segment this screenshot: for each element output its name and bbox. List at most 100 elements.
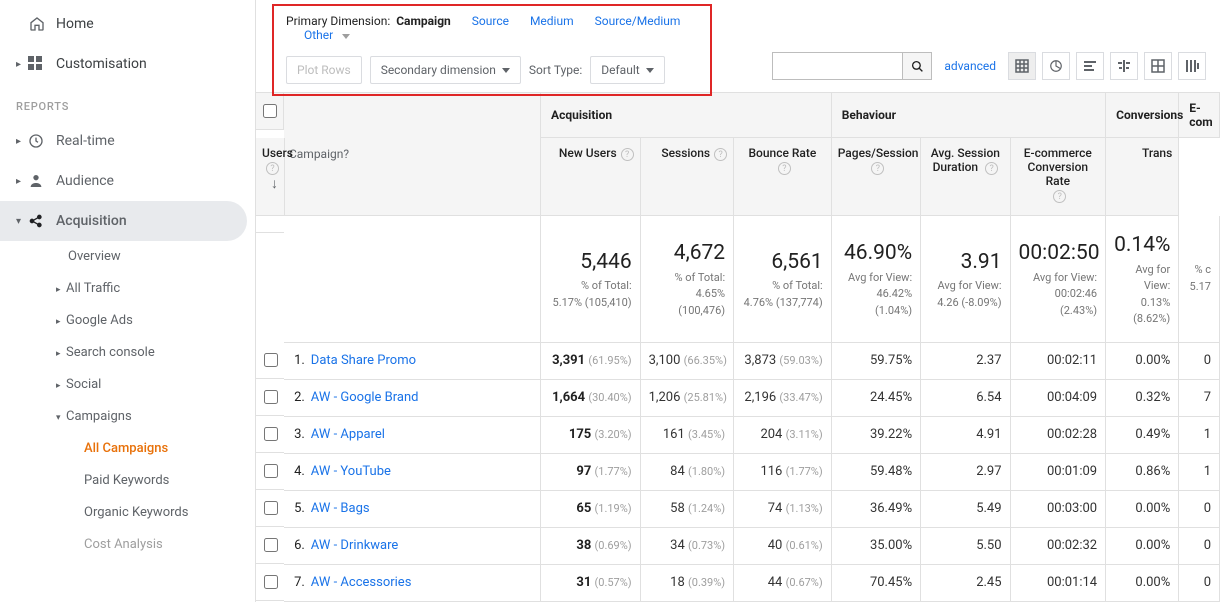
table-row: 3.AW - Apparel175 (3.20%)161 (3.45%)204 … xyxy=(256,416,1220,453)
person-icon xyxy=(28,173,56,189)
row-index: 7. xyxy=(284,564,306,601)
total-sessions: 6,561 xyxy=(742,247,823,279)
table-row: 7.AW - Accessories31 (0.57%)18 (0.39%)44… xyxy=(256,564,1220,601)
nav-realtime[interactable]: ▸ Real-time xyxy=(0,121,255,161)
row-index: 6. xyxy=(284,527,306,564)
row-checkbox[interactable] xyxy=(264,538,278,552)
nav-cost-analysis[interactable]: Cost Analysis xyxy=(0,529,255,561)
col-trans[interactable]: Trans xyxy=(1142,146,1172,160)
label: Social xyxy=(66,377,101,392)
sort-arrow-down-icon[interactable]: ↓ xyxy=(271,175,278,192)
nav-google-ads[interactable]: ▸Google Ads xyxy=(0,305,255,337)
primary-dimension-label: Primary Dimension: xyxy=(286,14,390,28)
label: Google Ads xyxy=(66,313,133,328)
help-icon[interactable]: ? xyxy=(266,162,279,175)
total-ecr: 0.14% xyxy=(1114,230,1170,262)
group-conversions[interactable]: Conversions xyxy=(1106,93,1179,138)
col-users[interactable]: Users xyxy=(262,146,293,160)
dim-medium[interactable]: Medium xyxy=(530,14,574,28)
campaign-link[interactable]: AW - Apparel xyxy=(311,427,385,442)
nav-all-traffic[interactable]: ▸All Traffic xyxy=(0,273,255,305)
nav-overview[interactable]: Overview xyxy=(0,241,255,273)
table-row: 2.AW - Google Brand1,664 (30.40%)1,206 (… xyxy=(256,379,1220,416)
share-icon xyxy=(28,213,56,229)
totals-row: 5,446% of Total:5.17% (105,410) 4,672% o… xyxy=(256,216,1220,343)
total-new-users: 4,672 xyxy=(649,238,725,270)
help-icon[interactable]: ? xyxy=(343,147,349,161)
view-bar-button[interactable] xyxy=(1076,52,1104,80)
view-comparison-button[interactable] xyxy=(1110,52,1138,80)
row-checkbox[interactable] xyxy=(264,501,278,515)
label: Campaigns xyxy=(66,409,132,424)
row-index: 1. xyxy=(284,342,306,379)
label: Other xyxy=(304,28,333,42)
clock-icon xyxy=(28,133,56,149)
help-icon[interactable]: ? xyxy=(778,162,791,175)
row-checkbox[interactable] xyxy=(264,390,278,404)
col-new-users[interactable]: New Users xyxy=(559,146,617,160)
reports-header: REPORTS xyxy=(0,84,255,121)
nav-home[interactable]: Home xyxy=(0,4,255,44)
nav-customisation[interactable]: ▸ Customisation xyxy=(0,44,255,84)
plot-rows-button: Plot Rows xyxy=(286,56,362,84)
campaign-link[interactable]: AW - Bags xyxy=(311,501,370,516)
nav-audience[interactable]: ▸ Audience xyxy=(0,161,255,201)
campaign-link[interactable]: AW - Accessories xyxy=(311,575,412,590)
help-icon[interactable]: ? xyxy=(871,162,884,175)
primary-dimension-active[interactable]: Campaign xyxy=(396,14,451,28)
view-term-cloud-button[interactable] xyxy=(1144,52,1172,80)
help-icon[interactable]: ? xyxy=(621,148,634,161)
sidebar: Home ▸ Customisation REPORTS ▸ Real-time… xyxy=(0,0,256,602)
primary-dimension-panel: Primary Dimension: Campaign Source Mediu… xyxy=(272,4,712,96)
col-bounce[interactable]: Bounce Rate xyxy=(748,146,816,160)
nav-all-campaigns[interactable]: All Campaigns xyxy=(0,433,255,465)
group-acquisition: Acquisition xyxy=(541,93,832,138)
search-input[interactable] xyxy=(772,52,902,80)
group-ecom: E-com xyxy=(1179,93,1220,138)
select-all-checkbox[interactable] xyxy=(263,104,277,118)
nav-acquisition[interactable]: ▾ Acquisition xyxy=(0,201,247,241)
campaign-link[interactable]: AW - Google Brand xyxy=(311,390,419,405)
nav-organic-keywords[interactable]: Organic Keywords xyxy=(0,497,255,529)
label: Home xyxy=(56,16,94,32)
customise-icon xyxy=(28,56,56,72)
row-checkbox[interactable] xyxy=(264,575,278,589)
row-index: 5. xyxy=(284,490,306,527)
nav-social[interactable]: ▸Social xyxy=(0,369,255,401)
campaign-link[interactable]: Data Share Promo xyxy=(311,353,416,368)
row-checkbox[interactable] xyxy=(264,464,278,478)
secondary-dimension-button[interactable]: Secondary dimension xyxy=(370,56,521,84)
dim-other[interactable]: Other xyxy=(304,28,350,42)
table-row: 1.Data Share Promo3,391 (61.95%)3,100 (6… xyxy=(256,342,1220,379)
sort-type-button[interactable]: Default xyxy=(590,56,664,84)
campaign-link[interactable]: AW - YouTube xyxy=(311,464,391,479)
row-index: 3. xyxy=(284,416,306,453)
dim-source[interactable]: Source xyxy=(472,14,509,28)
col-ecr[interactable]: E-commerce Conversion Rate xyxy=(1024,146,1092,188)
help-icon[interactable]: ? xyxy=(714,148,727,161)
row-checkbox[interactable] xyxy=(264,353,278,367)
view-pie-button[interactable] xyxy=(1042,52,1070,80)
advanced-link[interactable]: advanced xyxy=(944,59,996,73)
view-table-button[interactable] xyxy=(1008,52,1036,80)
nav-search-console[interactable]: ▸Search console xyxy=(0,337,255,369)
label: All Traffic xyxy=(66,281,120,296)
row-index: 4. xyxy=(284,453,306,490)
view-pivot-button[interactable] xyxy=(1178,52,1206,80)
help-icon[interactable]: ? xyxy=(1053,190,1066,203)
row-checkbox[interactable] xyxy=(264,427,278,441)
label: Secondary dimension xyxy=(381,63,496,77)
nav-paid-keywords[interactable]: Paid Keywords xyxy=(0,465,255,497)
label: Acquisition xyxy=(56,213,127,229)
label: Default xyxy=(601,63,639,77)
nav-campaigns[interactable]: ▾Campaigns xyxy=(0,401,255,433)
col-sessions[interactable]: Sessions xyxy=(661,146,710,160)
search-button[interactable] xyxy=(902,52,932,80)
help-icon[interactable]: ? xyxy=(985,162,998,175)
dim-source-medium[interactable]: Source/Medium xyxy=(595,14,681,28)
total-bounce: 46.90% xyxy=(840,238,912,270)
row-index: 2. xyxy=(284,379,306,416)
col-campaign[interactable]: Campaign xyxy=(289,147,343,161)
col-pps[interactable]: Pages/Session xyxy=(838,146,919,160)
campaign-link[interactable]: AW - Drinkware xyxy=(311,538,399,553)
